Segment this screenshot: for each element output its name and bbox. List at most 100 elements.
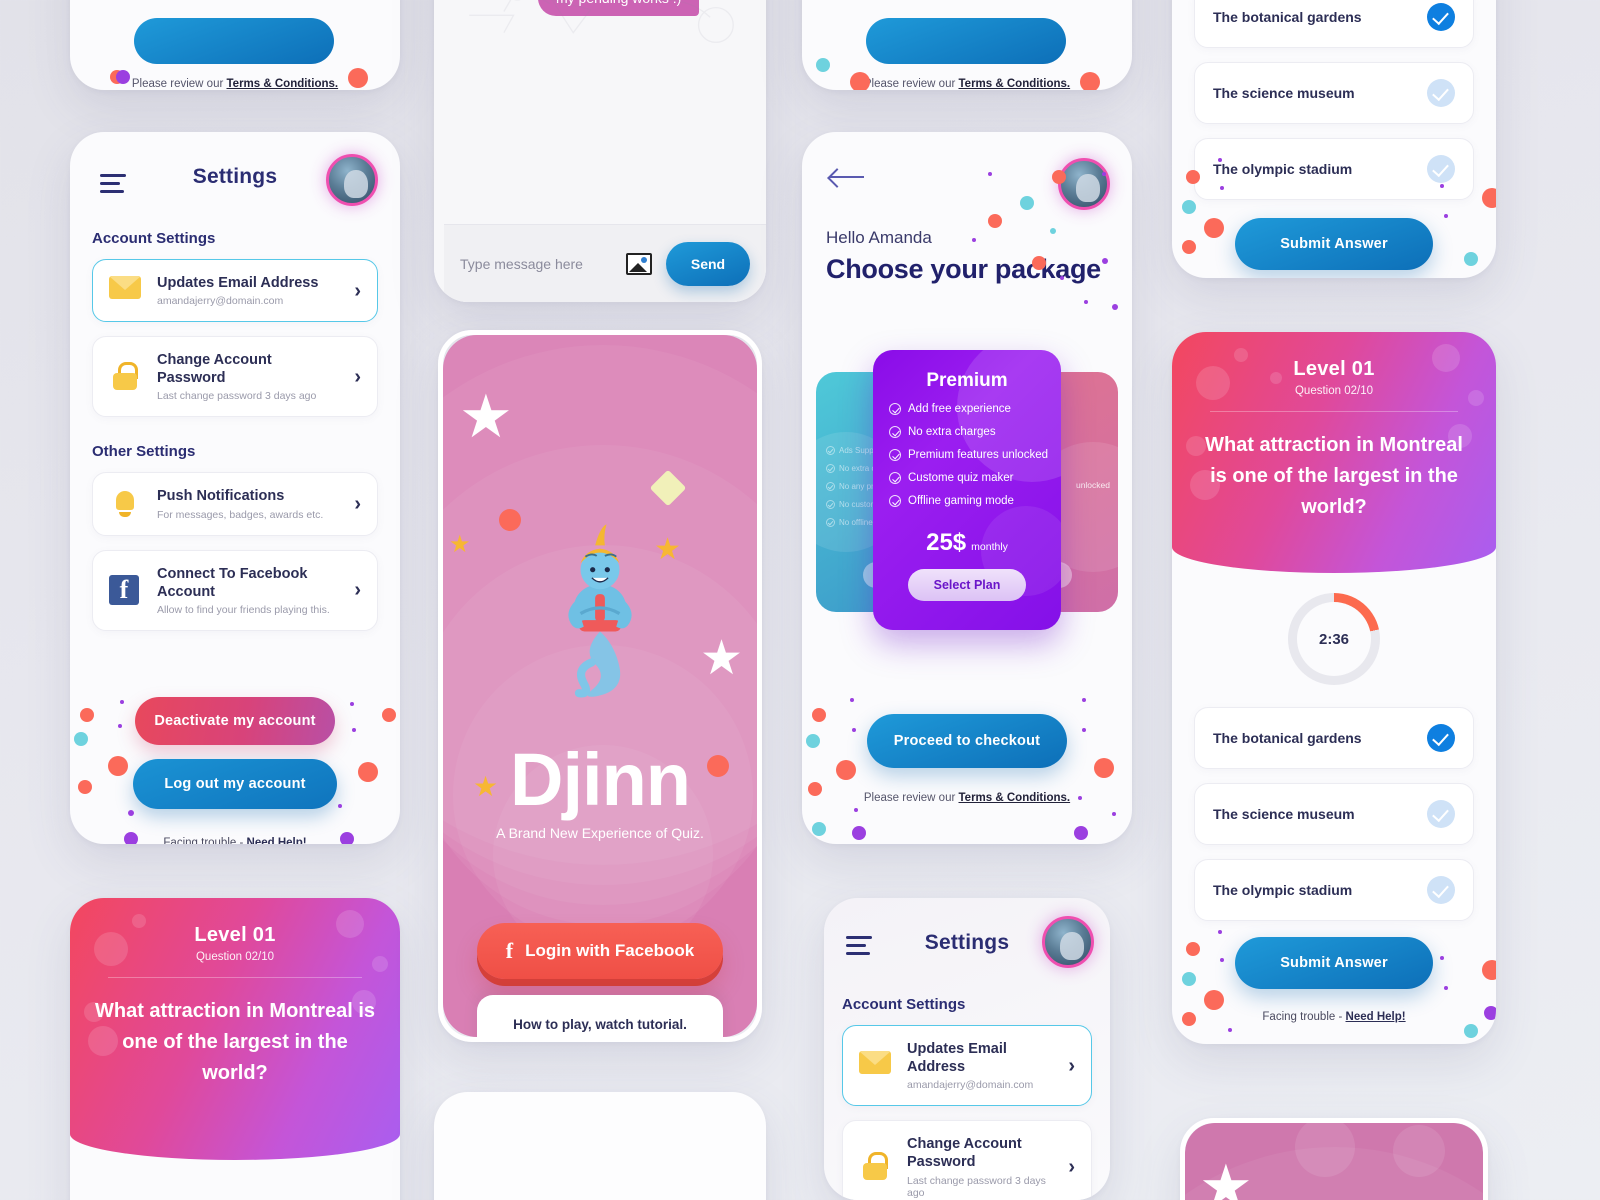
screens-board: Please review our Terms & Conditions. Se… [0, 0, 1600, 1200]
confetti-dot [1078, 796, 1082, 800]
submit-answer-button[interactable]: Submit Answer [1235, 937, 1433, 989]
confetti-dot [988, 214, 1002, 228]
confetti-dot [1084, 300, 1088, 304]
settings-row-password[interactable]: Change Account Password Last change pass… [842, 1120, 1092, 1200]
account-settings-label: Account Settings [92, 230, 216, 247]
row-subtitle: Last change password 3 days ago [907, 1174, 1046, 1199]
confetti-dot [1186, 170, 1200, 184]
confetti-dot [382, 708, 396, 722]
quiz-option[interactable]: The science museum [1194, 62, 1474, 124]
quiz-screen-partial-bottom-left: Level 01 Question 02/10 What attraction … [70, 898, 400, 1200]
app-logo: Djinn [510, 738, 691, 821]
check-icon[interactable] [1427, 155, 1455, 183]
logout-button[interactable]: Log out my account [133, 758, 337, 809]
confetti-dot [850, 72, 870, 90]
confetti-dot [988, 172, 992, 176]
phone-card-partial-top-center-right: Please review our Terms & Conditions. [802, 0, 1132, 90]
confetti-dot [124, 832, 138, 844]
avatar[interactable] [1058, 158, 1110, 210]
quiz-option[interactable]: The science museum [1194, 783, 1474, 845]
confetti-dot [1102, 172, 1106, 176]
avatar[interactable] [326, 154, 378, 206]
select-plan-button[interactable]: Select Plan [908, 569, 1026, 601]
tutorial-button[interactable]: How to play, watch tutorial. [477, 995, 723, 1037]
confetti-dot [850, 698, 854, 702]
lock-icon [109, 361, 143, 392]
plan-price-amount: 25$ [926, 529, 967, 556]
need-help-link[interactable]: Need Help! [1346, 1011, 1406, 1023]
confetti-dot [78, 780, 92, 794]
facebook-login-button[interactable]: f Login with Facebook [477, 923, 723, 979]
check-icon[interactable] [1427, 800, 1455, 828]
quiz-question-counter: Question 02/10 [1294, 385, 1373, 397]
plan-card-premium[interactable]: Premium Add free experience No extra cha… [873, 350, 1061, 630]
confetti-dot [972, 238, 976, 242]
confetti-dot [808, 782, 822, 796]
hamburger-icon[interactable] [846, 936, 872, 960]
confetti-dot [350, 702, 354, 706]
quiz-option[interactable]: The botanical gardens [1194, 707, 1474, 769]
splash-screen-partial-bottom-right: ★ [1180, 1118, 1488, 1200]
terms-link[interactable]: Terms & Conditions. [959, 792, 1071, 804]
chevron-right-icon: › [354, 365, 361, 388]
settings-row-email[interactable]: Updates Email Address amandajerry@domain… [92, 259, 378, 323]
back-arrow-icon[interactable] [830, 168, 864, 186]
confetti-dot [1218, 930, 1222, 934]
hamburger-icon[interactable] [100, 174, 126, 198]
row-title: Change Account Password [907, 1136, 1022, 1171]
terms-link[interactable]: Terms & Conditions. [959, 78, 1071, 90]
confetti-dot [854, 808, 858, 812]
app-tagline: A Brand New Experience of Quiz. [496, 825, 704, 841]
row-title: Updates Email Address [157, 275, 319, 291]
quiz-timer: 2:36 [1288, 593, 1380, 685]
quiz-option[interactable]: The olympic stadium [1194, 859, 1474, 921]
quiz-option[interactable]: The botanical gardens [1194, 0, 1474, 48]
quiz-option[interactable]: The olympic stadium [1194, 138, 1474, 200]
row-subtitle: Allow to find your friends playing this. [157, 603, 330, 616]
action-button-partial[interactable] [866, 18, 1066, 64]
star-icon: ★ [1199, 1153, 1253, 1200]
confetti-dot [1218, 158, 1222, 162]
check-icon[interactable] [1427, 3, 1455, 31]
confetti-dot [1228, 1028, 1232, 1032]
confetti-dot [1074, 826, 1088, 840]
send-button[interactable]: Send [666, 241, 750, 286]
check-icon[interactable] [1427, 876, 1455, 904]
quiz-screen: Level 01 Question 02/10 What attraction … [1172, 332, 1496, 1044]
settings-row-notifications[interactable]: Push Notifications For messages, badges,… [92, 472, 378, 536]
settings-row-email[interactable]: Updates Email Address amandajerry@domain… [842, 1025, 1092, 1107]
deactivate-account-button[interactable]: Deactivate my account [135, 696, 335, 745]
confetti-dot [128, 810, 134, 816]
confetti-dot [86, 88, 92, 90]
settings-row-facebook[interactable]: f Connect To Facebook Account Allow to f… [92, 549, 378, 631]
row-subtitle: amandajerry@domain.com [157, 295, 284, 308]
quiz-header: Level 01 Question 02/10 What attraction … [1172, 332, 1496, 573]
quiz-option-label: The science museum [1213, 806, 1355, 822]
confetti-dot [338, 804, 342, 808]
check-icon[interactable] [1427, 724, 1455, 752]
star-icon: ★ [449, 531, 471, 558]
confetti-dot [1464, 252, 1478, 266]
package-screen: Hello Amanda Choose your package Ads Sup… [802, 132, 1132, 844]
chevron-right-icon: › [354, 579, 361, 602]
settings-row-password[interactable]: Change Account Password Last change pass… [92, 336, 378, 418]
terms-link[interactable]: Terms & Conditions. [227, 78, 339, 90]
quiz-header: Level 01 Question 02/10 What attraction … [70, 898, 400, 1160]
confetti-dot [74, 732, 88, 746]
proceed-to-checkout-button[interactable]: Proceed to checkout [867, 714, 1067, 768]
submit-answer-button[interactable]: Submit Answer [1235, 218, 1433, 270]
check-icon[interactable] [1427, 79, 1455, 107]
confetti-dot [1440, 956, 1444, 960]
plan-feature: Custome quiz maker [908, 472, 1014, 484]
logout-button-partial[interactable] [134, 18, 334, 64]
plan-price-period: monthly [971, 541, 1008, 553]
plan-feature: Add free experience [908, 403, 1011, 415]
avatar[interactable] [1042, 916, 1094, 968]
chat-input[interactable]: Type message here [460, 256, 612, 272]
need-help-link[interactable]: Need Help! [247, 837, 307, 844]
confetti-dot [1482, 960, 1496, 980]
image-icon[interactable] [626, 252, 652, 275]
confetti-dot [120, 700, 124, 704]
chevron-right-icon: › [354, 279, 361, 302]
phone-card-partial-bottom-center [434, 1092, 766, 1200]
